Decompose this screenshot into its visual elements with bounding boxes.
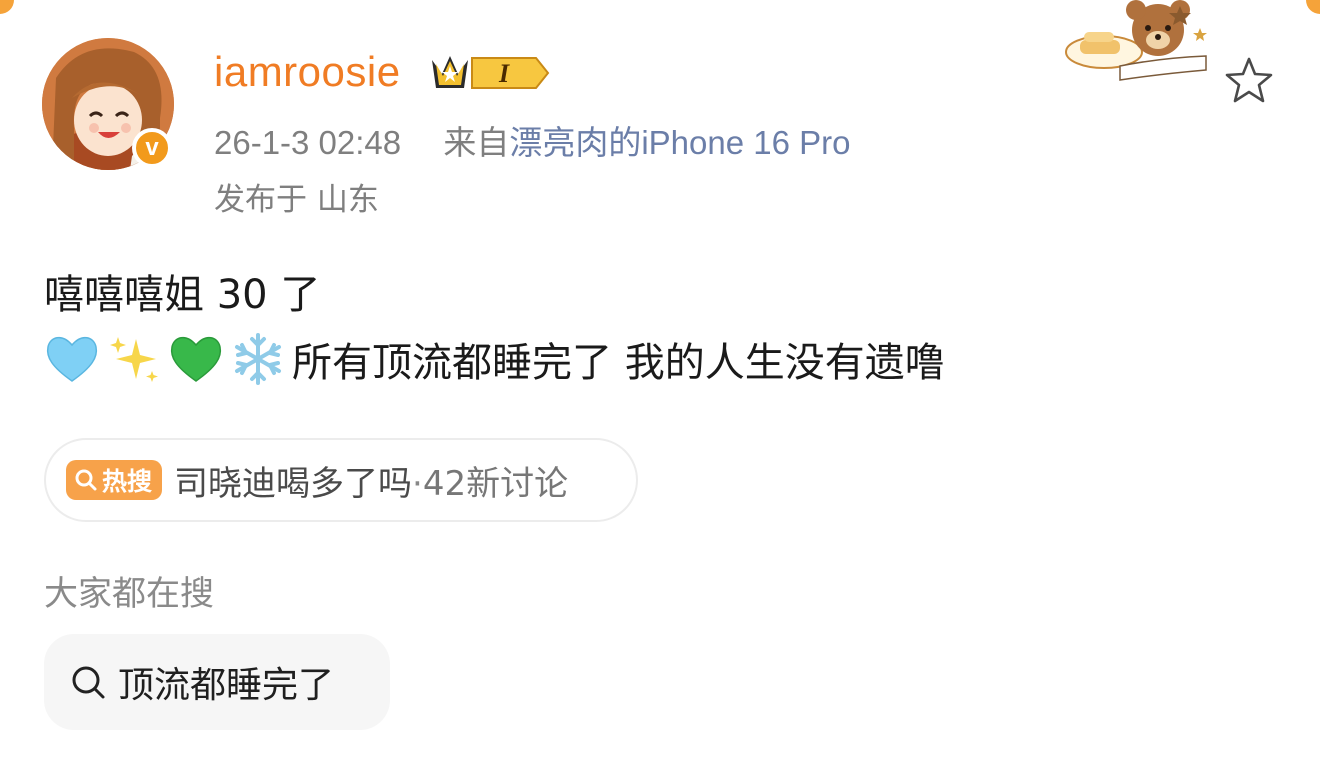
- search-icon: [72, 666, 105, 699]
- related-search-query: 顶流都睡完了: [118, 665, 335, 706]
- post-text-line-2: 所有顶流都睡完了 我的人生没有遗噜: [44, 330, 945, 388]
- source-prefix: 来自: [443, 124, 510, 161]
- favorite-star-icon[interactable]: [1222, 54, 1276, 108]
- sparkles-icon: [106, 331, 162, 387]
- top-left-accent: [0, 0, 14, 14]
- hot-search-topic: 司晓迪喝多了吗: [174, 463, 413, 504]
- username[interactable]: iamroosie: [214, 48, 401, 96]
- bear-sticker-decoration-icon: [1065, 0, 1207, 81]
- verified-badge-icon: v: [132, 128, 172, 168]
- hot-search-discussion-count: 42新讨论: [422, 463, 569, 504]
- post-text-line-1: 嘻嘻嘻姐 30 了: [44, 272, 321, 318]
- related-searches-title: 大家都在搜: [44, 574, 214, 614]
- hot-search-separator: ·: [412, 463, 423, 504]
- post-text-line-2-content: 所有顶流都睡完了 我的人生没有遗噜: [292, 340, 945, 386]
- search-icon: [75, 469, 97, 491]
- post-meta: 26-1-3 02:48 来自漂亮肉的iPhone 16 Pro: [214, 116, 850, 164]
- post-datetime: 26-1-3 02:48: [214, 124, 402, 161]
- vip-crown-badge-icon[interactable]: I: [428, 52, 550, 94]
- hot-search-text: 司晓迪喝多了吗·42新讨论: [174, 456, 568, 505]
- post-location: 发布于 山东: [214, 182, 379, 218]
- top-right-accent: [1306, 0, 1320, 14]
- hot-search-tag-label: 热搜: [102, 467, 153, 496]
- vip-level: I: [498, 59, 510, 88]
- hot-search-pill[interactable]: 热搜 司晓迪喝多了吗·42新讨论: [44, 438, 638, 522]
- hot-search-tag: 热搜: [66, 460, 163, 500]
- snowflake-icon: [230, 331, 286, 387]
- related-search-chip[interactable]: 顶流都睡完了: [44, 634, 390, 730]
- green-heart-icon: [168, 331, 224, 387]
- post-source-link[interactable]: 漂亮肉的iPhone 16 Pro: [509, 124, 850, 161]
- light-blue-heart-icon: [44, 331, 100, 387]
